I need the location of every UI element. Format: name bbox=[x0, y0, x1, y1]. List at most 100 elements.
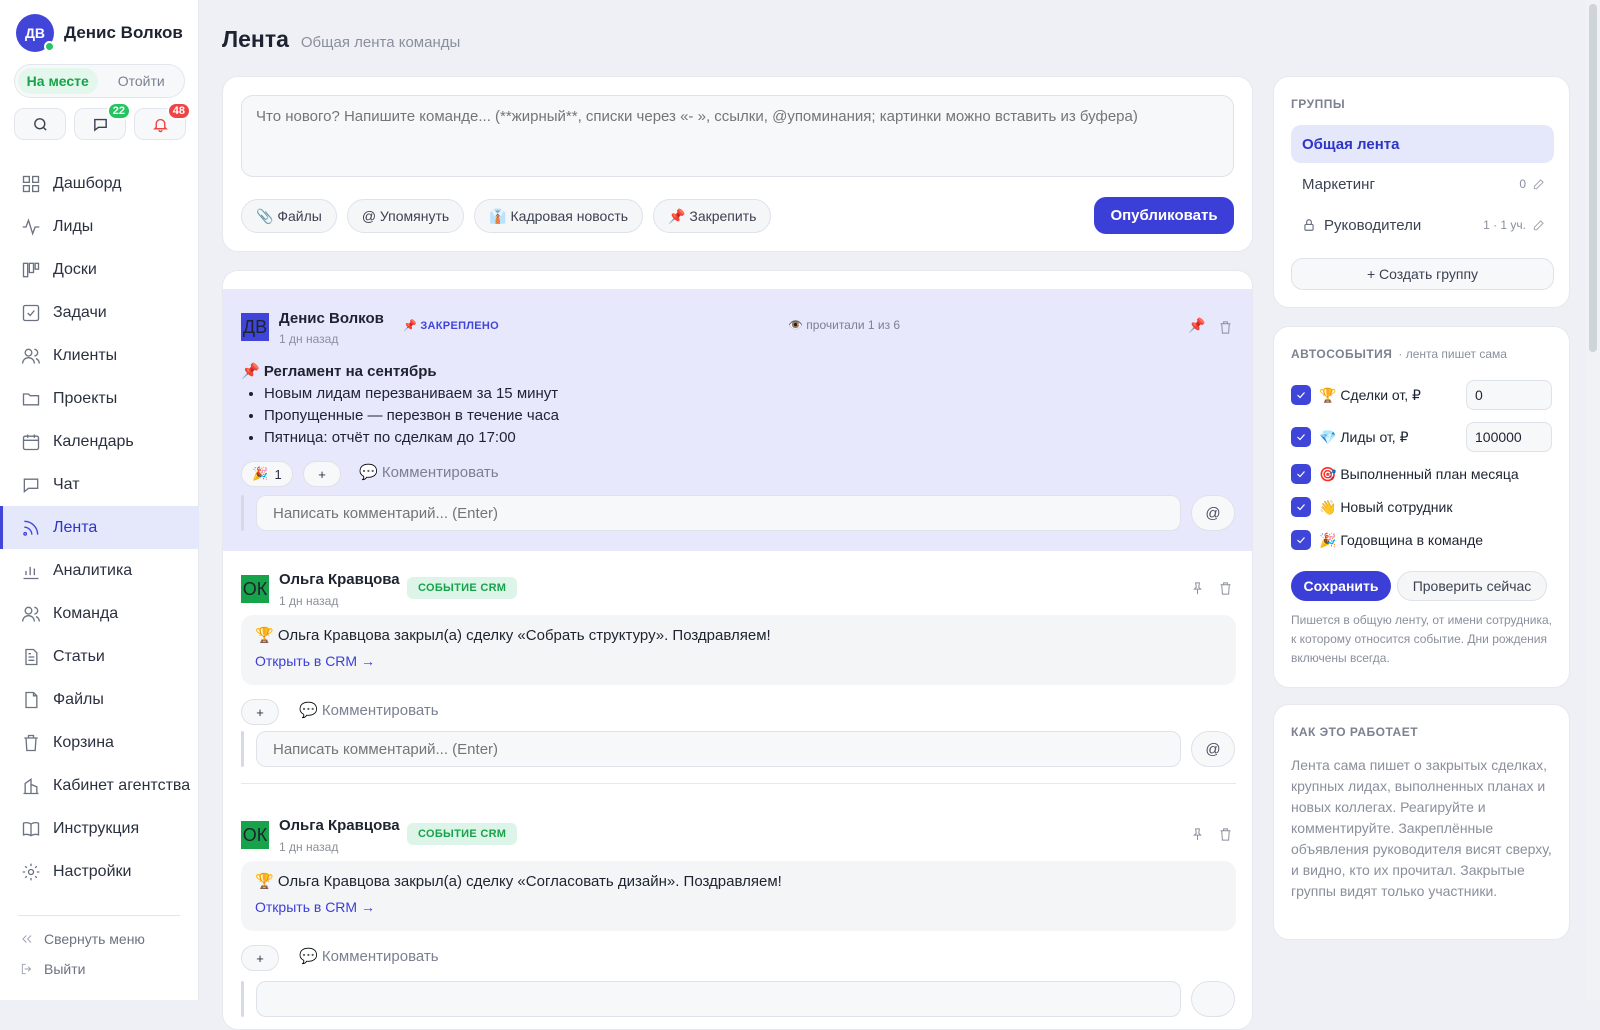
post-author[interactable]: Ольга Кравцова bbox=[279, 817, 400, 834]
post-avatar: ДВ bbox=[241, 313, 269, 341]
avatar[interactable]: ДВ bbox=[16, 14, 55, 52]
calendar-icon bbox=[22, 434, 40, 450]
post-input[interactable] bbox=[241, 95, 1234, 177]
add-reaction-button[interactable]: + bbox=[241, 945, 279, 971]
auto-event-leads[interactable]: 💎 Лиды от, ₽ bbox=[1291, 427, 1408, 447]
tasks-icon bbox=[22, 304, 40, 321]
nav-item-leads[interactable]: Лиды bbox=[0, 205, 199, 248]
nav-item-files[interactable]: Файлы bbox=[0, 678, 199, 721]
nav-item-feed[interactable]: Лента bbox=[0, 506, 199, 549]
comment-row bbox=[241, 981, 1236, 1017]
reaction-count: 1 bbox=[274, 466, 282, 482]
page-title: Лента bbox=[222, 26, 289, 52]
mention-button[interactable]: @ Упомянуть bbox=[346, 199, 465, 233]
nav-item-team[interactable]: Команда bbox=[0, 592, 199, 635]
open-crm-link[interactable]: Открыть в CRM → bbox=[255, 653, 1222, 669]
comment-input[interactable] bbox=[256, 731, 1181, 767]
pin-post-button[interactable]: 📌 Закрепить bbox=[653, 199, 772, 233]
articles-icon bbox=[25, 648, 38, 665]
attach-files-button[interactable]: 📎 Файлы bbox=[241, 199, 337, 233]
logout-label: Выйти bbox=[44, 961, 86, 977]
checkbox[interactable] bbox=[1291, 427, 1311, 447]
crm-event-text: 🏆 Ольга Кравцова закрыл(а) сделку «Согла… bbox=[255, 873, 782, 890]
save-button[interactable]: Сохранить bbox=[1291, 571, 1391, 601]
nav-item-chat[interactable]: Чат bbox=[0, 463, 199, 506]
list-item: Новым лидам перезваниваем за 15 минут bbox=[264, 383, 559, 405]
comment-button[interactable]: 💬 Комментировать bbox=[299, 701, 439, 719]
status-present-button[interactable]: На месте bbox=[18, 68, 98, 94]
group-count: 1 · 1 уч. bbox=[1483, 218, 1526, 232]
read-status[interactable]: 👁️ прочитали 1 из 6 bbox=[788, 318, 900, 332]
scrollbar-thumb[interactable] bbox=[1589, 4, 1597, 352]
comment-input[interactable] bbox=[256, 495, 1181, 531]
hr-news-button[interactable]: 👔 Кадровая новость bbox=[474, 199, 644, 233]
add-reaction-button[interactable]: + bbox=[241, 699, 279, 725]
nav-item-boards[interactable]: Доски bbox=[0, 248, 199, 291]
nav-item-calendar[interactable]: Календарь bbox=[0, 420, 199, 463]
auto-event-deals[interactable]: 🏆 Сделки от, ₽ bbox=[1291, 385, 1421, 405]
delete-post-button[interactable] bbox=[1215, 317, 1235, 337]
delete-post-button[interactable] bbox=[1215, 578, 1235, 598]
chat-button[interactable]: 22 bbox=[74, 102, 131, 140]
nav-item-trash[interactable]: Корзина bbox=[0, 721, 199, 764]
auto-events-title: АВТОСОБЫТИЯ bbox=[1291, 347, 1393, 361]
search-button[interactable] bbox=[14, 108, 66, 140]
collapse-label: Свернуть меню bbox=[44, 931, 145, 947]
scrollbar[interactable] bbox=[1586, 0, 1600, 1000]
collapse-menu-button[interactable]: Свернуть меню bbox=[20, 931, 145, 947]
auto-events-subtitle: · лента пишет сама bbox=[1398, 347, 1507, 361]
comment-mention-button[interactable]: @ bbox=[1191, 731, 1235, 767]
nav-item-dashboard[interactable]: Дашборд bbox=[0, 162, 199, 205]
nav-label: Аналитика bbox=[53, 561, 133, 579]
pin-post-button[interactable] bbox=[1187, 824, 1207, 844]
post-author[interactable]: Денис Волков bbox=[279, 310, 384, 327]
nav-item-settings[interactable]: Настройки bbox=[0, 850, 199, 893]
pin-post-button[interactable] bbox=[1187, 578, 1207, 598]
notifications-button[interactable]: 48 bbox=[134, 102, 191, 140]
open-crm-link[interactable]: Открыть в CRM → bbox=[255, 899, 1222, 915]
nav-item-guide[interactable]: Инструкция bbox=[0, 807, 199, 850]
group-item-marketing[interactable]: Маркетинг 0 bbox=[1291, 165, 1554, 203]
group-item-general[interactable]: Общая лента bbox=[1291, 125, 1554, 163]
user-profile[interactable]: ДВ Денис Волков bbox=[16, 14, 183, 52]
auto-event-anniversary[interactable]: 🎉 Годовщина в команде bbox=[1291, 530, 1483, 550]
status-away-button[interactable]: Отойти bbox=[102, 68, 182, 94]
nav-item-articles[interactable]: Статьи bbox=[0, 635, 199, 678]
nav-item-tasks[interactable]: Задачи bbox=[0, 291, 199, 334]
comment-button[interactable]: 💬 Комментировать bbox=[359, 463, 499, 481]
checkbox[interactable] bbox=[1291, 530, 1311, 550]
auto-event-plan[interactable]: 🎯 Выполненный план месяца bbox=[1291, 464, 1519, 484]
create-group-button[interactable]: + Создать группу bbox=[1291, 258, 1554, 290]
leads-threshold-input[interactable] bbox=[1466, 422, 1552, 452]
list-item: Пятница: отчёт по сделкам до 17:00 bbox=[264, 427, 559, 449]
group-item-managers[interactable]: Руководители 1 · 1 уч. bbox=[1291, 206, 1554, 244]
comment-button[interactable]: 💬 Комментировать bbox=[299, 947, 439, 965]
nav-item-projects[interactable]: Проекты bbox=[0, 377, 199, 420]
checkbox[interactable] bbox=[1291, 385, 1311, 405]
comment-mention-button[interactable] bbox=[1191, 981, 1235, 1017]
checkbox[interactable] bbox=[1291, 464, 1311, 484]
nav-item-agency[interactable]: Кабинет агентства bbox=[0, 764, 199, 807]
comment-input[interactable] bbox=[256, 981, 1181, 1017]
publish-button[interactable]: Опубликовать bbox=[1094, 197, 1234, 234]
post-author[interactable]: Ольга Кравцова bbox=[279, 571, 400, 588]
reaction-chip[interactable]: 🎉 1 bbox=[241, 461, 293, 487]
delete-post-button[interactable] bbox=[1215, 824, 1235, 844]
pin-icon[interactable]: 📌 bbox=[1187, 315, 1207, 335]
crm-event-box: 🏆 Ольга Кравцова закрыл(а) сделку «Собра… bbox=[241, 615, 1236, 685]
search-icon bbox=[33, 117, 47, 131]
pencil-icon[interactable] bbox=[1532, 218, 1546, 232]
checkbox[interactable] bbox=[1291, 497, 1311, 517]
nav-item-analytics[interactable]: Аналитика bbox=[0, 549, 199, 592]
pencil-icon[interactable] bbox=[1532, 177, 1546, 191]
logout-button[interactable]: Выйти bbox=[20, 961, 85, 977]
deals-threshold-input[interactable] bbox=[1466, 380, 1552, 410]
auto-event-new-employee[interactable]: 👋 Новый сотрудник bbox=[1291, 497, 1453, 517]
check-now-button[interactable]: Проверить сейчас bbox=[1397, 571, 1547, 601]
add-reaction-button[interactable]: + bbox=[303, 461, 341, 487]
notifications-badge: 48 bbox=[166, 102, 191, 120]
nav-item-clients[interactable]: Клиенты bbox=[0, 334, 199, 377]
post-divider bbox=[241, 783, 1236, 784]
lock-icon bbox=[1304, 219, 1314, 231]
comment-mention-button[interactable]: @ bbox=[1191, 495, 1235, 531]
